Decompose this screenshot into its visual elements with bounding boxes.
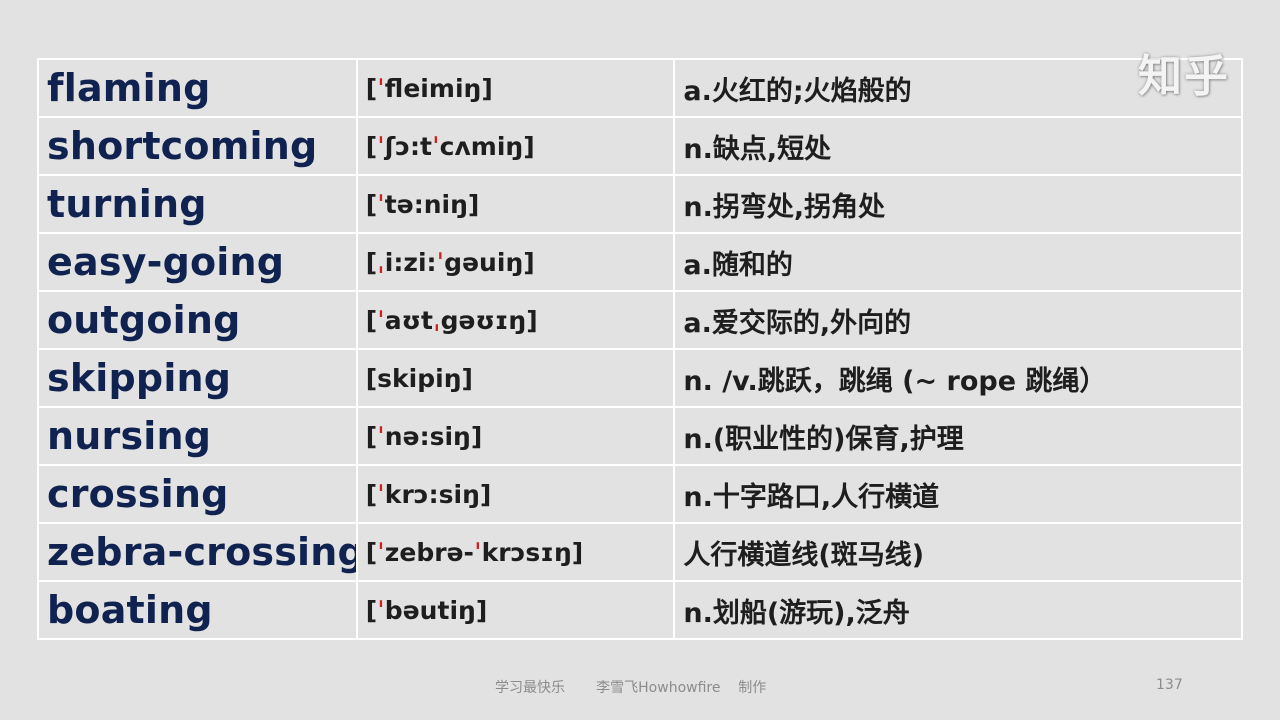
word-cell: nursing xyxy=(37,406,358,466)
word-cell: easy-going xyxy=(37,232,358,292)
word-cell: outgoing xyxy=(37,290,358,350)
phonetic-cell: [ˈfleimiŋ] xyxy=(355,58,676,118)
word-cell: turning xyxy=(37,174,358,234)
meaning-cell: n.十字路口,人行横道 xyxy=(673,464,1243,524)
page-number: 137 xyxy=(1156,677,1183,693)
meaning-cell: a.随和的 xyxy=(673,232,1243,292)
word-cell: boating xyxy=(37,580,358,640)
table-row: outgoing [ˈaʊtˌgəʊɪŋ] a.爱交际的,外向的 xyxy=(37,290,1243,350)
meaning-cell: n.缺点,短处 xyxy=(673,116,1243,176)
word-cell: zebra-crossing xyxy=(37,522,358,582)
word-cell: flaming xyxy=(37,58,358,118)
zhihu-watermark: 知乎 xyxy=(1138,51,1230,102)
slide-footer: 学习最快乐 李雪飞Howhowfire 制作 137 xyxy=(0,677,1280,697)
table-row: easy-going [ˌi:zi:ˈgəuiŋ] a.随和的 xyxy=(37,232,1243,292)
meaning-cell: 人行横道线(斑马线) xyxy=(673,522,1243,582)
phonetic-cell: [ˈʃɔ:tˈcʌmiŋ] xyxy=(355,116,676,176)
table-row: flaming [ˈfleimiŋ] a.火红的;火焰般的 xyxy=(37,58,1243,118)
table-row: skipping [skipiŋ] n. /v.跳跃，跳绳 (~ rope 跳绳… xyxy=(37,348,1243,408)
phonetic-cell: [ˈaʊtˌgəʊɪŋ] xyxy=(355,290,676,350)
word-cell: crossing xyxy=(37,464,358,524)
meaning-cell: n.(职业性的)保育,护理 xyxy=(673,406,1243,466)
phonetic-cell: [ˈbəutiŋ] xyxy=(355,580,676,640)
slide: flaming [ˈfleimiŋ] a.火红的;火焰般的 shortcomin… xyxy=(0,0,1280,720)
phonetic-cell: [ˈnə:siŋ] xyxy=(355,406,676,466)
meaning-cell: a.爱交际的,外向的 xyxy=(673,290,1243,350)
phonetic-cell: [ˌi:zi:ˈgəuiŋ] xyxy=(355,232,676,292)
phonetic-cell: [skipiŋ] xyxy=(355,348,676,408)
phonetic-cell: [ˈkrɔ:siŋ] xyxy=(355,464,676,524)
table-row: zebra-crossing [ˈzebrə-ˈkrɔsɪŋ] 人行横道线(斑马… xyxy=(37,522,1243,582)
word-cell: skipping xyxy=(37,348,358,408)
meaning-cell: n.划船(游玩),泛舟 xyxy=(673,580,1243,640)
table-row: boating [ˈbəutiŋ] n.划船(游玩),泛舟 xyxy=(37,580,1243,640)
table-row: nursing [ˈnə:siŋ] n.(职业性的)保育,护理 xyxy=(37,406,1243,466)
meaning-cell: n.拐弯处,拐角处 xyxy=(673,174,1243,234)
table-row: shortcoming [ˈʃɔ:tˈcʌmiŋ] n.缺点,短处 xyxy=(37,116,1243,176)
phonetic-cell: [ˈtə:niŋ] xyxy=(355,174,676,234)
word-cell: shortcoming xyxy=(37,116,358,176)
footer-credit: 学习最快乐 李雪飞Howhowfire 制作 xyxy=(495,680,767,696)
phonetic-cell: [ˈzebrə-ˈkrɔsɪŋ] xyxy=(355,522,676,582)
meaning-cell: n. /v.跳跃，跳绳 (~ rope 跳绳） xyxy=(673,348,1243,408)
table-row: crossing [ˈkrɔ:siŋ] n.十字路口,人行横道 xyxy=(37,464,1243,524)
vocabulary-table: flaming [ˈfleimiŋ] a.火红的;火焰般的 shortcomin… xyxy=(37,58,1243,640)
table-row: turning [ˈtə:niŋ] n.拐弯处,拐角处 xyxy=(37,174,1243,234)
